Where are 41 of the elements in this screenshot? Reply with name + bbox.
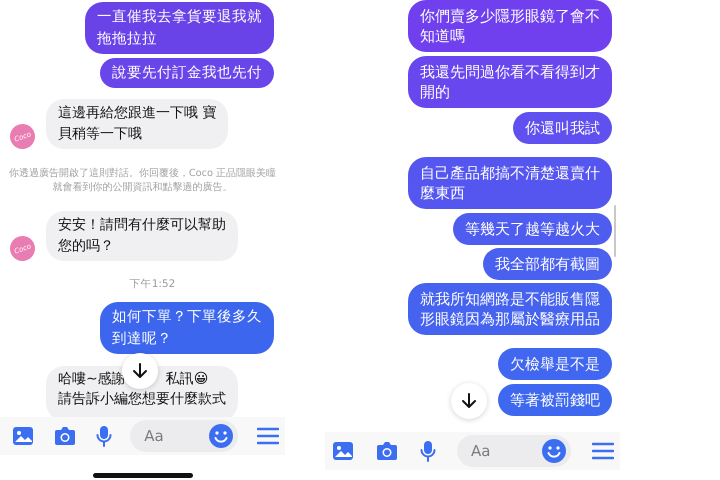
microphone-icon[interactable] xyxy=(420,440,436,462)
message-text: 如何下單？下單後多久 xyxy=(112,308,262,327)
emoji-icon[interactable] xyxy=(208,423,234,449)
menu-icon[interactable] xyxy=(592,442,614,460)
message-text: 你還叫我試 xyxy=(525,118,600,138)
message-text: 欠檢舉是不是 xyxy=(510,354,600,374)
message-text: 麼東西 xyxy=(420,183,465,203)
scroll-down-button[interactable] xyxy=(122,353,158,389)
message-text: 我全部都有截圖 xyxy=(495,254,600,274)
arrow-down-icon xyxy=(131,362,149,380)
message-text: 形眼鏡因為那屬於醫療用品 xyxy=(420,309,600,329)
timestamp: 下午1:52 xyxy=(128,277,176,291)
message-text: 知道嗎 xyxy=(420,26,465,46)
notice-text: 你透過廣告開啟了這則對話。你回覆後，Coco 正品隱眼美瞳就會看到你的公開資訊和點擊過的廣告。 xyxy=(8,167,278,195)
arrow-down-icon xyxy=(460,392,478,410)
message-text: 我還先問過你看不看得到才 xyxy=(420,62,600,82)
message-text: 開的 xyxy=(420,82,450,102)
message-text: 貝稍等一下哦 xyxy=(58,125,142,144)
image-icon[interactable] xyxy=(12,426,34,446)
microphone-icon[interactable] xyxy=(96,425,112,447)
message-text: 等幾天了越等越火大 xyxy=(465,219,600,239)
message-text: 安安！請問有什麼可以幫助 xyxy=(58,216,226,235)
scrollbar xyxy=(614,205,616,257)
message-text: 你們賣多少隱形眼鏡了會不 xyxy=(420,6,600,26)
message-text: 您的吗？ xyxy=(58,237,114,256)
message-text: 請告訴小編您想要什麼款式 xyxy=(58,390,226,409)
scroll-down-button[interactable] xyxy=(451,383,487,419)
message-text: 一直催我去拿貨要退我就 xyxy=(97,8,262,27)
message-text: 自己產品都搞不清楚還賣什 xyxy=(420,163,600,183)
message-text: 到達呢？ xyxy=(112,330,172,349)
message-text: 這邊再給您跟進一下哦 寶 xyxy=(58,104,216,123)
message-text: 私訊😀 xyxy=(166,370,208,389)
camera-icon[interactable] xyxy=(52,426,77,446)
camera-icon[interactable] xyxy=(375,441,399,461)
message-text: 等著被罰錢吧 xyxy=(510,390,600,410)
menu-icon[interactable] xyxy=(257,427,279,445)
emoji-icon[interactable] xyxy=(541,438,567,464)
message-text: 就我所知網路是不能販售隱 xyxy=(420,289,600,309)
image-icon[interactable] xyxy=(332,441,354,461)
message-text: 說要先付訂金我也先付 xyxy=(112,64,262,83)
message-text: 拖拖拉拉 xyxy=(97,30,157,49)
